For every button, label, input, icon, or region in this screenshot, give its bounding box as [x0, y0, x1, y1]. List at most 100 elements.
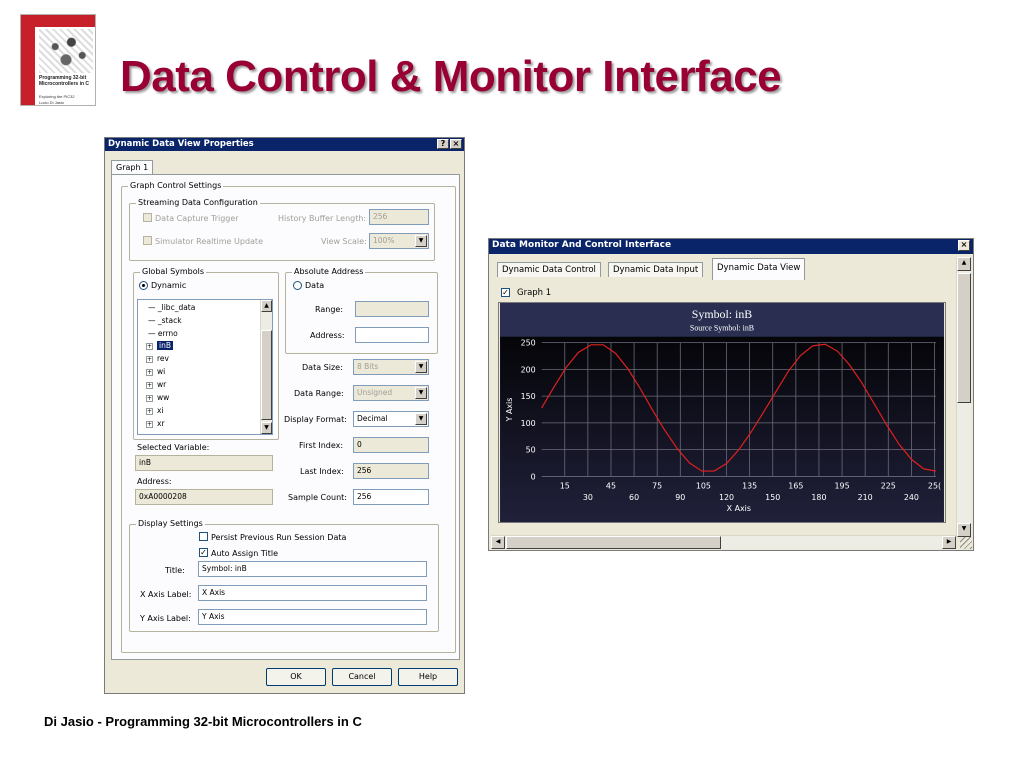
tree-item[interactable]: — _libc_data — [148, 303, 195, 312]
scroll-down-icon[interactable]: ▼ — [957, 523, 971, 537]
tab-graph-1[interactable]: Graph 1 — [111, 160, 154, 174]
help-icon[interactable]: ? — [437, 139, 449, 149]
dynamic-radio[interactable] — [139, 281, 148, 290]
ok-button[interactable]: OK — [266, 668, 326, 686]
resize-grip-icon[interactable] — [960, 537, 972, 549]
first-index-label: First Index: — [299, 441, 344, 450]
tree-item[interactable]: ww — [157, 393, 169, 402]
chevron-down-icon[interactable]: ▼ — [415, 387, 427, 399]
tab-dynamic-data-input[interactable]: Dynamic Data Input — [608, 262, 704, 277]
tree-item[interactable]: xr — [157, 419, 165, 428]
expand-icon[interactable]: + — [146, 421, 153, 428]
last-index-input[interactable]: 256 — [353, 463, 429, 479]
chevron-down-icon[interactable]: ▼ — [415, 361, 427, 373]
y-tick-label: 150 — [521, 392, 536, 401]
scroll-left-icon[interactable]: ◀ — [491, 536, 505, 549]
tab-dynamic-data-control[interactable]: Dynamic Data Control — [497, 262, 601, 277]
help-button[interactable]: Help — [398, 668, 458, 686]
x-tick-label: 195 — [835, 481, 850, 490]
tree-item[interactable]: xi — [157, 406, 164, 415]
scroll-up-icon[interactable]: ▲ — [957, 257, 971, 271]
first-index-input[interactable]: 0 — [353, 437, 429, 453]
book-cover-title: Programming 32-bit Microcontrollers in C — [39, 75, 90, 87]
display-format-label: Display Format: — [284, 415, 347, 424]
monitor-titlebar: Data Monitor And Control Interface × — [489, 239, 973, 254]
display-format-select[interactable]: Decimal ▼ — [353, 411, 429, 427]
properties-titlebar: Dynamic Data View Properties ? × — [105, 138, 464, 151]
address-input[interactable] — [355, 327, 429, 343]
data-range-label: Data Range: — [294, 389, 344, 398]
slide-footer: Di Jasio - Programming 32-bit Microcontr… — [44, 714, 362, 729]
graph-control-legend: Graph Control Settings — [128, 181, 224, 190]
streaming-legend: Streaming Data Configuration — [136, 198, 260, 207]
expand-icon[interactable]: + — [146, 343, 153, 350]
window-vertical-scrollbar[interactable]: ▲ ▼ — [956, 257, 971, 537]
scroll-right-icon[interactable]: ▶ — [942, 536, 956, 549]
book-cover-subtitle: Exploring the PIC32 — [39, 94, 75, 99]
persist-label: Persist Previous Run Session Data — [211, 533, 347, 542]
data-radio-label: Data — [305, 281, 325, 290]
tree-item[interactable]: — _stack — [148, 316, 182, 325]
x-tick-label: 90 — [675, 493, 685, 502]
symbol-address-label: Address: — [137, 477, 172, 486]
expand-icon[interactable]: + — [146, 395, 153, 402]
data-radio[interactable] — [293, 281, 302, 290]
history-buffer-input[interactable]: 256 — [369, 209, 429, 225]
range-label: Range: — [315, 305, 344, 314]
y-tick-label: 0 — [531, 472, 536, 481]
x-tick-label: 60 — [629, 493, 639, 502]
window-scroll-thumb[interactable] — [957, 273, 971, 403]
tree-item[interactable]: wi — [157, 367, 165, 376]
sample-count-input[interactable]: 256 — [353, 489, 429, 505]
window-horizontal-scrollbar[interactable]: ◀ ▶ — [491, 535, 956, 549]
graph-1-label: Graph 1 — [517, 288, 552, 298]
monitor-window: Data Monitor And Control Interface × Dyn… — [488, 238, 974, 551]
tree-item[interactable]: wr — [157, 380, 166, 389]
title-input[interactable]: Symbol: inB — [198, 561, 427, 577]
tree-item[interactable]: rev — [157, 354, 169, 363]
book-cover-author: Lucio Di Jasio — [39, 100, 64, 105]
auto-title-label: Auto Assign Title — [211, 549, 278, 558]
expand-icon[interactable]: + — [146, 356, 153, 363]
symbols-tree[interactable]: ▲ ▼ — _libc_data — _stack — errno + inB … — [137, 299, 273, 435]
expand-icon[interactable]: + — [146, 408, 153, 415]
absolute-address-legend: Absolute Address — [292, 267, 366, 276]
data-range-select[interactable]: Unsigned ▼ — [353, 385, 429, 401]
scroll-up-icon[interactable]: ▲ — [261, 300, 272, 312]
range-input[interactable] — [355, 301, 429, 317]
auto-title-checkbox[interactable]: ✓ — [199, 548, 208, 557]
chevron-down-icon[interactable]: ▼ — [415, 413, 427, 425]
tree-item-selected[interactable]: inB — [157, 341, 173, 350]
chevron-down-icon[interactable]: ▼ — [415, 235, 427, 247]
tree-scroll-thumb[interactable] — [261, 330, 272, 420]
expand-icon[interactable]: + — [146, 382, 153, 389]
window-hscroll-thumb[interactable] — [506, 536, 721, 549]
x-axis-label-input[interactable]: X Axis — [198, 585, 427, 601]
data-size-select[interactable]: 8 Bits ▼ — [353, 359, 429, 375]
dynamic-label: Dynamic — [151, 281, 187, 290]
tab-dynamic-data-view[interactable]: Dynamic Data View — [712, 258, 806, 280]
properties-title: Dynamic Data View Properties — [108, 139, 254, 149]
expand-icon[interactable]: + — [146, 369, 153, 376]
symbol-address-value: 0xA0000208 — [135, 489, 273, 505]
x-tick-label: 225 — [881, 481, 896, 490]
selected-variable-value: inB — [135, 455, 273, 471]
view-scale-label: View Scale: — [321, 237, 367, 246]
simulator-realtime-checkbox[interactable] — [143, 236, 152, 245]
chart-subtitle: Source Symbol: inB — [690, 324, 754, 333]
cancel-button[interactable]: Cancel — [332, 668, 392, 686]
tree-scrollbar[interactable]: ▲ ▼ — [260, 300, 272, 434]
display-format-value: Decimal — [357, 414, 388, 423]
address-label: Address: — [310, 331, 345, 340]
data-capture-trigger-checkbox[interactable] — [143, 213, 152, 222]
view-scale-select[interactable]: 100% ▼ — [369, 233, 429, 249]
x-tick-label: 25( — [928, 481, 941, 490]
graph-1-checkbox[interactable]: ✓ — [501, 288, 510, 297]
y-axis-label-input[interactable]: Y Axis — [198, 609, 427, 625]
close-icon[interactable]: × — [450, 139, 462, 149]
persist-checkbox[interactable] — [199, 532, 208, 541]
close-icon[interactable]: × — [958, 240, 970, 251]
scroll-down-icon[interactable]: ▼ — [261, 422, 272, 434]
tree-item[interactable]: — errno — [148, 329, 178, 338]
y-axis-label: Y Axis — [505, 398, 514, 423]
